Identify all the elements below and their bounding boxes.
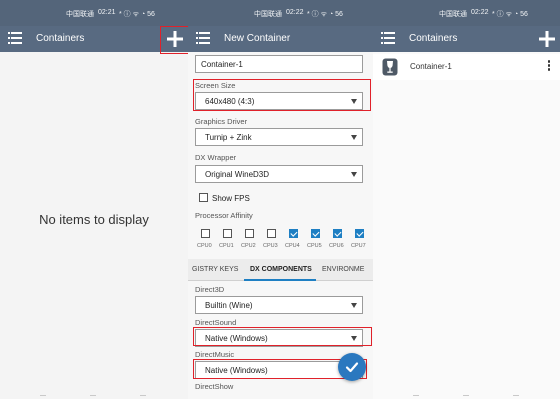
dx-wrapper-select[interactable]: Original WineD3D xyxy=(195,165,363,183)
plus-icon xyxy=(167,31,183,47)
dx-wrapper-value: Original WineD3D xyxy=(205,170,270,179)
dropdown-arrow-icon xyxy=(351,172,357,177)
app-bar: Containers xyxy=(373,26,560,52)
check-icon xyxy=(345,362,359,373)
cpu0-label: CPU0 xyxy=(197,243,212,249)
list-item[interactable]: Container-1 xyxy=(373,54,560,80)
cpu6-label: CPU6 xyxy=(329,243,344,249)
tab-environment[interactable]: ENVIRONME xyxy=(322,266,364,273)
show-fps-label: Show FPS xyxy=(212,194,250,203)
screen-size-value: 640x480 (4:3) xyxy=(205,97,255,106)
new-container-screen: 中国联通 02:22 * ⓘ ᯤ ◔ 56 New Container Cont… xyxy=(188,0,373,399)
carrier-label: 中国联通 xyxy=(439,11,467,18)
dropdown-arrow-icon xyxy=(351,99,357,104)
carrier-label: 中国联通 xyxy=(66,11,94,18)
status-icons: * ⓘ ᯤ ◔ 56 xyxy=(119,11,155,18)
direct3d-label: Direct3D xyxy=(195,285,225,294)
carrier-label: 中国联通 xyxy=(254,11,282,18)
cpu7-checkbox[interactable] xyxy=(355,229,364,238)
cpu1-label: CPU1 xyxy=(219,243,234,249)
cpu2-checkbox[interactable] xyxy=(245,229,254,238)
cpu5-label: CPU5 xyxy=(307,243,322,249)
direct3d-select[interactable]: Builtin (Wine) xyxy=(195,296,363,314)
screen-size-label: Screen Size xyxy=(195,81,236,90)
status-bar: 中国联通 02:21 * ⓘ ᯤ ◔ 56 xyxy=(0,0,188,26)
cpu5-checkbox[interactable] xyxy=(311,229,320,238)
direct3d-value: Builtin (Wine) xyxy=(205,301,253,310)
status-icons: * ⓘ ᯤ ◔ 56 xyxy=(492,11,528,18)
confirm-fab-button[interactable] xyxy=(338,353,366,381)
plus-icon xyxy=(539,31,555,47)
directsound-value: Native (Windows) xyxy=(205,334,268,343)
active-tab-indicator xyxy=(244,279,316,281)
add-container-button[interactable] xyxy=(537,29,557,49)
divider xyxy=(40,395,46,396)
empty-state-text: No items to display xyxy=(39,212,149,227)
status-bar: 中国联通 02:22 * ⓘ ᯤ ◔ 56 xyxy=(188,0,373,26)
cpu7-label: CPU7 xyxy=(351,243,366,249)
app-bar: Containers xyxy=(0,26,188,52)
clock: 02:22 xyxy=(286,9,304,16)
clock: 02:22 xyxy=(471,9,489,16)
cpu4-label: CPU4 xyxy=(285,243,300,249)
graphics-driver-select[interactable]: Turnip + Zink xyxy=(195,128,363,146)
cpu6-checkbox[interactable] xyxy=(333,229,342,238)
show-fps-checkbox[interactable] xyxy=(199,193,208,202)
directmusic-value: Native (Windows) xyxy=(205,366,268,375)
cpu3-checkbox[interactable] xyxy=(267,229,276,238)
directmusic-label: DirectMusic xyxy=(195,350,235,359)
graphics-driver-value: Turnip + Zink xyxy=(205,133,252,142)
cpu2-label: CPU2 xyxy=(241,243,256,249)
divider xyxy=(90,395,96,396)
page-title: Containers xyxy=(409,33,458,44)
directsound-label: DirectSound xyxy=(195,318,237,327)
status-bar: 中国联通 02:22 * ⓘ ᯤ ◔ 56 xyxy=(373,0,560,26)
tab-dx-components[interactable]: DX COMPONENTS xyxy=(250,266,312,273)
menu-icon[interactable] xyxy=(196,32,210,44)
processor-affinity-label: Processor Affinity xyxy=(195,211,253,220)
add-container-button[interactable] xyxy=(165,29,185,49)
directshow-label: DirectShow xyxy=(195,382,234,391)
menu-icon[interactable] xyxy=(8,32,22,44)
menu-icon[interactable] xyxy=(381,32,395,44)
divider xyxy=(140,395,146,396)
tab-bar: GISTRY KEYS DX COMPONENTS ENVIRONME xyxy=(188,259,373,281)
status-icons: * ⓘ ᯤ ◔ 56 xyxy=(307,11,343,18)
cpu3-label: CPU3 xyxy=(263,243,278,249)
containers-screen-empty: 中国联通 02:21 * ⓘ ᯤ ◔ 56 Containers No item… xyxy=(0,0,188,399)
cpu0-checkbox[interactable] xyxy=(201,229,210,238)
containers-screen-list: 中国联通 02:22 * ⓘ ᯤ ◔ 56 Containers Contain… xyxy=(373,0,560,399)
directsound-select[interactable]: Native (Windows) xyxy=(195,329,363,347)
page-title: Containers xyxy=(36,33,85,44)
page-title: New Container xyxy=(224,33,291,44)
container-name-input[interactable]: Container-1 xyxy=(195,55,363,73)
divider xyxy=(513,395,519,396)
screen-size-select[interactable]: 640x480 (4:3) xyxy=(195,92,363,110)
divider xyxy=(463,395,469,396)
container-name: Container-1 xyxy=(410,62,452,71)
dropdown-arrow-icon xyxy=(351,336,357,341)
app-bar: New Container xyxy=(188,26,373,52)
dropdown-arrow-icon xyxy=(351,135,357,140)
graphics-driver-label: Graphics Driver xyxy=(195,117,248,126)
tab-registry-keys[interactable]: GISTRY KEYS xyxy=(192,266,238,273)
divider xyxy=(413,395,419,396)
dx-wrapper-label: DX Wrapper xyxy=(195,153,237,162)
wine-glass-icon xyxy=(382,58,398,76)
clock: 02:21 xyxy=(98,9,116,16)
cpu4-checkbox[interactable] xyxy=(289,229,298,238)
cpu1-checkbox[interactable] xyxy=(223,229,232,238)
dropdown-arrow-icon xyxy=(351,303,357,308)
more-options-icon[interactable] xyxy=(546,60,552,74)
